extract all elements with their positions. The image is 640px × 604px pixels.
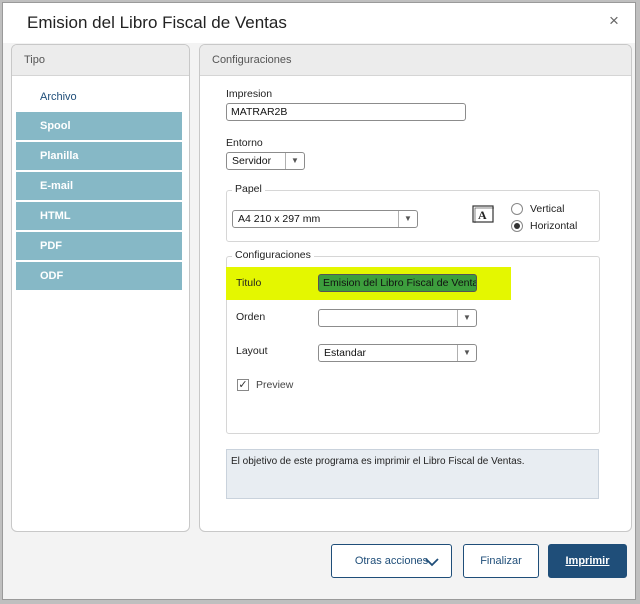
tipo-panel: Tipo Archivo Spool Planilla E-mail HTML … bbox=[11, 44, 190, 532]
imprimir-button[interactable]: Imprimir bbox=[548, 544, 627, 578]
preview-checkbox[interactable]: ✓ bbox=[237, 379, 249, 391]
tipo-item-archivo[interactable]: Archivo bbox=[16, 83, 182, 111]
impresion-label: Impresion bbox=[226, 88, 273, 100]
finalizar-button[interactable]: Finalizar bbox=[463, 544, 539, 578]
layout-value: Estandar bbox=[324, 347, 367, 359]
entorno-select[interactable]: Servidor ▼ bbox=[226, 152, 305, 170]
description-box: El objetivo de este programa es imprimir… bbox=[226, 449, 599, 499]
papel-legend: Papel bbox=[232, 183, 265, 195]
tipo-header: Tipo bbox=[12, 45, 189, 76]
orientation-horizontal-radio[interactable] bbox=[511, 220, 523, 232]
entorno-value: Servidor bbox=[232, 155, 272, 167]
otras-acciones-label: Otras acciones bbox=[354, 555, 429, 567]
chevron-down-icon: ▼ bbox=[457, 310, 476, 326]
orientation-horizontal-label: Horizontal bbox=[530, 220, 578, 232]
titulo-label: Titulo bbox=[236, 277, 262, 289]
entorno-label: Entorno bbox=[226, 137, 263, 149]
orientation-vertical-radio[interactable] bbox=[511, 203, 523, 215]
orientation-vertical-label: Vertical bbox=[530, 203, 565, 215]
orden-label: Orden bbox=[236, 311, 266, 323]
tipo-item-email[interactable]: E-mail bbox=[16, 172, 182, 200]
orden-select[interactable]: ▼ bbox=[318, 309, 477, 327]
config-header: Configuraciones bbox=[200, 45, 631, 76]
close-icon[interactable]: × bbox=[609, 11, 619, 31]
page-orientation-icon: A bbox=[472, 205, 494, 223]
chevron-down-icon: ▼ bbox=[457, 345, 476, 361]
titulo-input[interactable]: Emision del Libro Fiscal de Ventas bbox=[318, 274, 477, 292]
layout-select[interactable]: Estandar ▼ bbox=[318, 344, 477, 362]
configuraciones-legend: Configuraciones bbox=[232, 249, 314, 261]
print-dialog: Emision del Libro Fiscal de Ventas × Tip… bbox=[2, 2, 636, 600]
preview-label: Preview bbox=[256, 379, 294, 391]
tipo-item-odf[interactable]: ODF bbox=[16, 262, 182, 290]
paper-size-select[interactable]: A4 210 x 297 mm ▼ bbox=[232, 210, 418, 228]
impresion-input[interactable]: MATRAR2B bbox=[226, 103, 466, 121]
paper-size-value: A4 210 x 297 mm bbox=[238, 213, 321, 225]
tipo-item-html[interactable]: HTML bbox=[16, 202, 182, 230]
tipo-item-pdf[interactable]: PDF bbox=[16, 232, 182, 260]
tipo-item-spool[interactable]: Spool bbox=[16, 112, 182, 140]
otras-acciones-button[interactable]: Otras acciones bbox=[331, 544, 452, 578]
svg-text:A: A bbox=[478, 208, 487, 222]
tipo-item-planilla[interactable]: Planilla bbox=[16, 142, 182, 170]
chevron-down-icon bbox=[425, 558, 439, 567]
config-panel: Configuraciones Impresion MATRAR2B Entor… bbox=[199, 44, 632, 532]
imprimir-label: Imprimir bbox=[565, 555, 610, 567]
chevron-down-icon: ▼ bbox=[285, 153, 304, 169]
dialog-title: Emision del Libro Fiscal de Ventas bbox=[27, 13, 287, 32]
layout-label: Layout bbox=[236, 345, 268, 357]
chevron-down-icon: ▼ bbox=[398, 211, 417, 227]
title-bar: Emision del Libro Fiscal de Ventas × bbox=[3, 3, 635, 43]
